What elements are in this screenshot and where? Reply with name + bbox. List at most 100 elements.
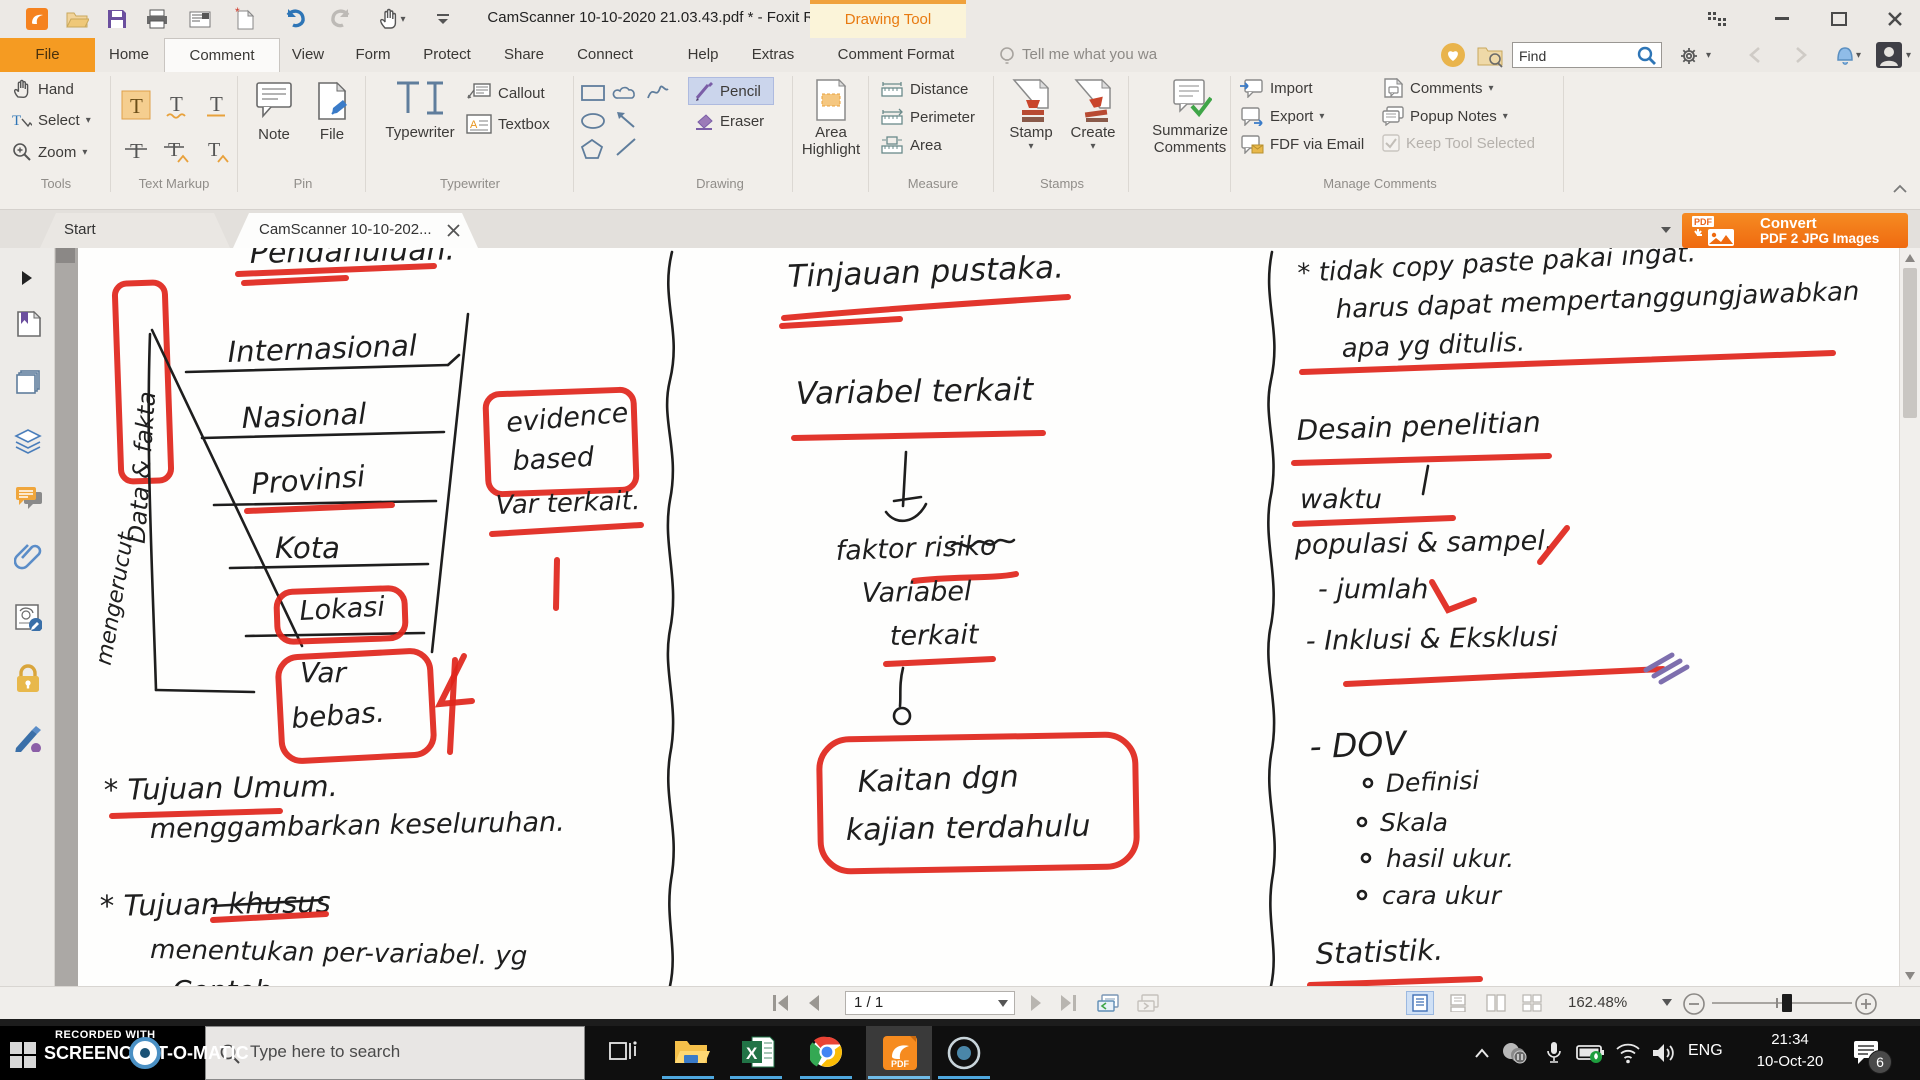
excel-taskbar-icon[interactable]: X (740, 1035, 776, 1071)
popup-notes-button[interactable]: Popup Notes ▾ (1382, 106, 1508, 126)
account-avatar[interactable] (1876, 42, 1902, 68)
screencast-recorder-taskbar-icon[interactable] (946, 1035, 982, 1071)
single-page-view-button[interactable] (1406, 991, 1434, 1015)
menu-file[interactable]: File (0, 38, 95, 72)
facing-view-button[interactable] (1482, 991, 1510, 1015)
scrollbar-thumb[interactable] (1903, 268, 1917, 418)
pentagon-shape-button[interactable] (580, 138, 604, 160)
stamp-dropdown[interactable]: ▾ (1028, 141, 1033, 152)
next-page-button[interactable] (1028, 991, 1046, 1015)
tab-start[interactable]: Start (40, 213, 230, 248)
menu-comment-format[interactable]: Comment Format (822, 38, 970, 72)
menu-home[interactable]: Home (104, 38, 154, 72)
close-button[interactable] (1878, 6, 1912, 32)
replace-text-button[interactable]: T (158, 132, 194, 166)
find-input[interactable] (1517, 44, 1639, 68)
squiggly-underline-button[interactable]: T (158, 88, 194, 122)
scroll-up-icon[interactable] (1905, 254, 1915, 262)
tab-list-dropdown-icon[interactable] (1660, 226, 1672, 234)
open-file-button[interactable] (62, 5, 92, 33)
comments-panel-icon[interactable] (14, 484, 42, 512)
email-button[interactable] (185, 5, 215, 33)
last-page-button[interactable] (1058, 991, 1080, 1015)
hand-tool-button[interactable]: Hand (12, 78, 74, 100)
window-grid-icon[interactable] (1700, 6, 1734, 32)
attachments-panel-icon[interactable] (14, 542, 42, 570)
note-button[interactable]: Note (246, 80, 302, 143)
underline-text-button[interactable]: T (198, 88, 234, 122)
typewriter-button[interactable]: Typewriter (376, 78, 464, 141)
tray-expand-icon[interactable] (1468, 1040, 1496, 1066)
signature-panel-icon[interactable] (14, 724, 42, 752)
minimize-button[interactable] (1765, 6, 1799, 32)
oval-shape-button[interactable] (580, 112, 606, 130)
menu-connect[interactable]: Connect (572, 38, 638, 72)
bookmarks-panel-icon[interactable] (14, 310, 42, 338)
rectangle-shape-button[interactable] (580, 84, 606, 102)
settings-dropdown[interactable]: ▾ (1706, 50, 1711, 61)
create-stamp-button[interactable]: Create ▾ (1064, 78, 1122, 152)
page-dropdown-icon[interactable] (998, 1000, 1008, 1007)
undo-button[interactable] (280, 5, 310, 33)
fdf-via-email-button[interactable]: FDF via Email (1240, 134, 1364, 154)
notifications-bell-icon[interactable] (1834, 44, 1856, 66)
tray-microphone-icon[interactable] (1540, 1040, 1568, 1066)
expand-panel-icon[interactable] (20, 270, 48, 298)
export-comments-button[interactable]: Export ▾ (1240, 106, 1324, 126)
tray-clock-time[interactable]: 21:34 (1740, 1031, 1840, 1048)
file-explorer-taskbar-icon[interactable] (672, 1035, 710, 1071)
highlight-text-button[interactable]: T (118, 88, 154, 122)
keep-tool-selected-checkbox[interactable]: Keep Tool Selected (1382, 134, 1535, 152)
menu-help[interactable]: Help (682, 38, 724, 72)
tray-language-indicator[interactable]: ENG (1688, 1042, 1723, 1060)
cloud-shape-button[interactable] (612, 84, 640, 102)
zoom-in-button[interactable] (1854, 992, 1878, 1016)
tray-volume-icon[interactable] (1650, 1040, 1678, 1066)
polyline-shape-button[interactable] (646, 82, 670, 102)
eraser-tool-button[interactable]: Eraser (694, 112, 764, 130)
stamp-button[interactable]: Stamp ▾ (1002, 78, 1060, 152)
collapse-ribbon-button[interactable] (1892, 184, 1908, 194)
security-panel-icon[interactable] (14, 664, 42, 692)
task-view-button[interactable] (606, 1035, 642, 1071)
menu-view[interactable]: View (286, 38, 330, 72)
tell-me-search[interactable]: Tell me what you wa (1022, 46, 1157, 63)
pdf-page-canvas[interactable]: Pendahuluan: Data & fakta mengerucut Int… (55, 248, 1900, 986)
favorite-heart-icon[interactable] (1440, 42, 1466, 68)
create-stamp-dropdown[interactable]: ▾ (1090, 141, 1095, 152)
context-tab-drawing-tool[interactable]: Drawing Tool (810, 0, 966, 38)
foxit-reader-taskbar-icon[interactable]: PDF (882, 1035, 918, 1071)
insert-text-button[interactable]: T (198, 132, 234, 166)
notifications-dropdown[interactable]: ▾ (1856, 50, 1861, 61)
windows-start-icon[interactable] (10, 1042, 36, 1068)
nav-back-icon[interactable] (1748, 46, 1762, 64)
zoom-dropdown-icon[interactable] (1662, 999, 1672, 1006)
distance-button[interactable]: Distance (880, 80, 968, 98)
menu-protect[interactable]: Protect (416, 38, 478, 72)
zoom-tool-button[interactable]: Zoom ▾ (12, 142, 87, 162)
pages-panel-icon[interactable] (14, 368, 42, 396)
save-button[interactable] (102, 5, 132, 33)
area-measure-button[interactable]: Area (880, 136, 942, 154)
textbox-button[interactable]: A Textbox (466, 114, 550, 134)
pencil-tool-button-selected[interactable]: Pencil (688, 77, 774, 105)
area-highlight-button[interactable]: Area Highlight (796, 78, 866, 158)
first-page-button[interactable] (770, 991, 792, 1015)
action-center-icon[interactable]: 6 (1852, 1040, 1892, 1074)
next-view-button[interactable] (1136, 991, 1160, 1015)
tray-wifi-icon[interactable] (1614, 1040, 1642, 1066)
vertical-scrollbar[interactable] (1899, 248, 1920, 986)
previous-view-button[interactable] (1096, 991, 1120, 1015)
comments-panel-button[interactable]: Comments ▾ (1382, 78, 1494, 98)
line-shape-button[interactable] (614, 136, 638, 158)
restore-button[interactable] (1822, 6, 1856, 32)
layers-panel-icon[interactable] (14, 426, 42, 454)
tray-clock-date[interactable]: 10-Oct-20 (1740, 1053, 1840, 1070)
find-magnifier-icon[interactable] (1637, 46, 1657, 66)
nav-forward-icon[interactable] (1794, 46, 1808, 64)
close-tab-icon[interactable] (447, 224, 460, 237)
strikethrough-text-button[interactable]: T (118, 132, 154, 166)
zoom-slider-thumb[interactable] (1782, 994, 1792, 1012)
taskbar-search-box[interactable]: Type here to search (205, 1026, 585, 1080)
tray-battery-icon[interactable] (1576, 1040, 1604, 1066)
